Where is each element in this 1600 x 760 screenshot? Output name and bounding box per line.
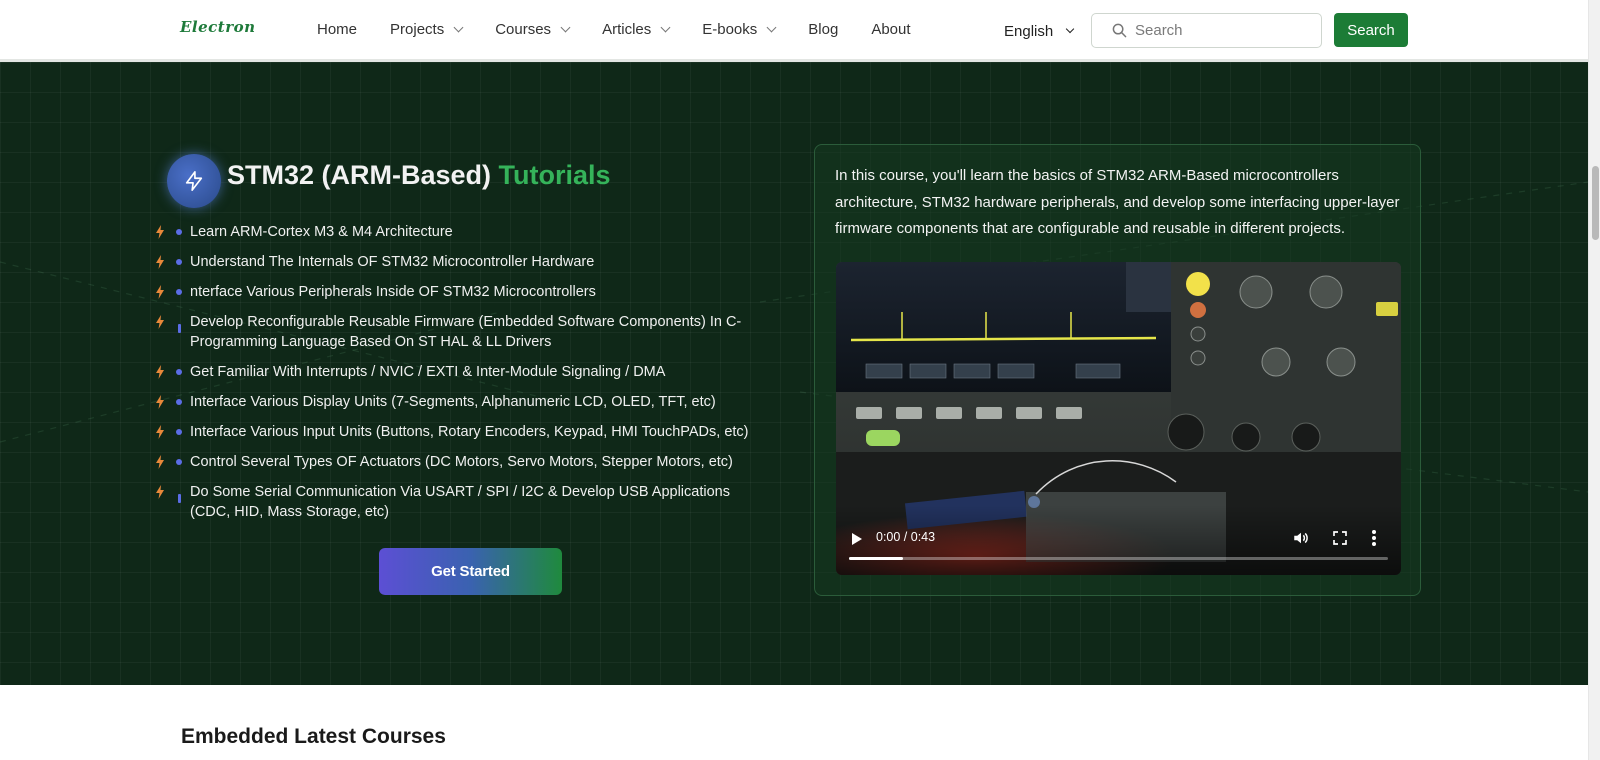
nav-label: Articles	[602, 21, 652, 38]
more-options-icon[interactable]	[1371, 529, 1377, 547]
play-icon[interactable]	[852, 533, 862, 545]
hero-section: STM32 (ARM-Based) Tutorials Learn ARM-Co…	[0, 62, 1588, 685]
site-logo[interactable]: Electron	[180, 18, 256, 36]
fullscreen-icon[interactable]	[1332, 530, 1348, 546]
nav-projects[interactable]: Projects	[390, 21, 464, 38]
feature-text: Develop Reconfigurable Reusable Firmware…	[190, 314, 742, 350]
feature-item: nterface Various Peripherals Inside OF S…	[154, 282, 764, 302]
feature-item: Interface Various Input Units (Buttons, …	[154, 422, 764, 442]
bullet-dot	[176, 259, 182, 265]
lightning-icon	[167, 154, 221, 208]
feature-text: Interface Various Display Units (7-Segme…	[190, 394, 716, 410]
language-label: English	[1004, 22, 1054, 40]
feature-text: Understand The Internals OF STM32 Microc…	[190, 254, 595, 270]
search-button[interactable]: Search	[1334, 13, 1408, 47]
feature-item: Develop Reconfigurable Reusable Firmware…	[154, 312, 764, 352]
feature-item: Learn ARM-Cortex M3 & M4 Architecture	[154, 222, 764, 242]
site-header: Electron Home Projects Courses Articles …	[0, 0, 1588, 62]
nav-label: E-books	[702, 21, 758, 38]
chevron-down-icon	[766, 22, 777, 33]
get-started-button[interactable]: Get Started	[379, 548, 562, 595]
chevron-down-icon	[560, 22, 571, 33]
feature-text: Do Some Serial Communication Via USART /…	[190, 484, 730, 520]
course-preview-card: In this course, you'll learn the basics …	[814, 144, 1421, 596]
lightning-bullet-icon	[156, 315, 164, 329]
search-box	[1091, 13, 1322, 48]
nav-about[interactable]: About	[871, 21, 910, 38]
nav-label: Blog	[808, 21, 839, 38]
hero-title-accent: Tutorials	[498, 160, 611, 190]
lightning-bullet-icon	[156, 455, 164, 469]
nav-label: Courses	[495, 21, 552, 38]
lightning-bullet-icon	[156, 285, 164, 299]
nav-home[interactable]: Home	[317, 21, 357, 38]
search-icon	[1112, 23, 1127, 38]
feature-text: Learn ARM-Cortex M3 & M4 Architecture	[190, 224, 453, 240]
lightning-bullet-icon	[156, 425, 164, 439]
language-select[interactable]: English	[988, 14, 1076, 48]
chevron-down-icon	[660, 22, 671, 33]
nav-label: About	[871, 21, 911, 38]
video-time: 0:00 / 0:43	[876, 530, 936, 544]
feature-list: Learn ARM-Cortex M3 & M4 Architecture Und…	[154, 222, 764, 532]
feature-text: Get Familiar With Interrupts / NVIC / EX…	[190, 364, 666, 380]
feature-item: Do Some Serial Communication Via USART /…	[154, 482, 764, 522]
feature-item: Get Familiar With Interrupts / NVIC / EX…	[154, 362, 764, 382]
lightning-bullet-icon	[156, 255, 164, 269]
feature-item: Understand The Internals OF STM32 Microc…	[154, 252, 764, 272]
course-video[interactable]: 0:00 / 0:43	[836, 262, 1401, 575]
page-scrollbar[interactable]	[1588, 0, 1600, 760]
nav-courses[interactable]: Courses	[495, 21, 571, 38]
volume-icon[interactable]	[1292, 529, 1310, 547]
hero-title: STM32 (ARM-Based) Tutorials	[227, 160, 611, 191]
bullet-dot	[176, 399, 182, 405]
feature-item: Interface Various Display Units (7-Segme…	[154, 392, 764, 412]
video-progress-fill	[849, 557, 903, 560]
nav-label: Home	[317, 21, 358, 38]
chevron-down-icon	[453, 22, 464, 33]
section-title: Embedded Latest Courses	[181, 725, 446, 748]
feature-text: nterface Various Peripherals Inside OF S…	[190, 284, 596, 300]
main-nav: Home Projects Courses Articles E-books B…	[317, 0, 944, 59]
bullet-dot	[176, 229, 182, 235]
lightning-bullet-icon	[156, 225, 164, 239]
lightning-bullet-icon	[156, 485, 164, 499]
bullet-dot	[176, 429, 182, 435]
nav-label: Projects	[390, 21, 445, 38]
hero-title-main: STM32 (ARM-Based)	[227, 160, 492, 190]
lightning-bullet-icon	[156, 365, 164, 379]
scrollbar-thumb[interactable]	[1592, 166, 1599, 240]
feature-item: Control Several Types OF Actuators (DC M…	[154, 452, 764, 472]
bullet-dot	[176, 459, 182, 465]
nav-ebooks[interactable]: E-books	[702, 21, 777, 38]
video-progress-bar[interactable]	[849, 557, 1388, 560]
feature-text: Control Several Types OF Actuators (DC M…	[190, 454, 733, 470]
bullet-dot	[176, 289, 182, 295]
lightning-bullet-icon	[156, 395, 164, 409]
bullet-dot	[178, 324, 181, 333]
video-controls: 0:00 / 0:43	[836, 505, 1401, 575]
feature-text: Interface Various Input Units (Buttons, …	[190, 424, 749, 440]
nav-blog[interactable]: Blog	[808, 21, 838, 38]
search-input[interactable]	[1135, 22, 1315, 39]
nav-articles[interactable]: Articles	[602, 21, 671, 38]
chevron-down-icon	[1065, 24, 1075, 34]
bullet-dot	[178, 494, 181, 503]
bullet-dot	[176, 369, 182, 375]
course-description: In this course, you'll learn the basics …	[835, 167, 1400, 237]
